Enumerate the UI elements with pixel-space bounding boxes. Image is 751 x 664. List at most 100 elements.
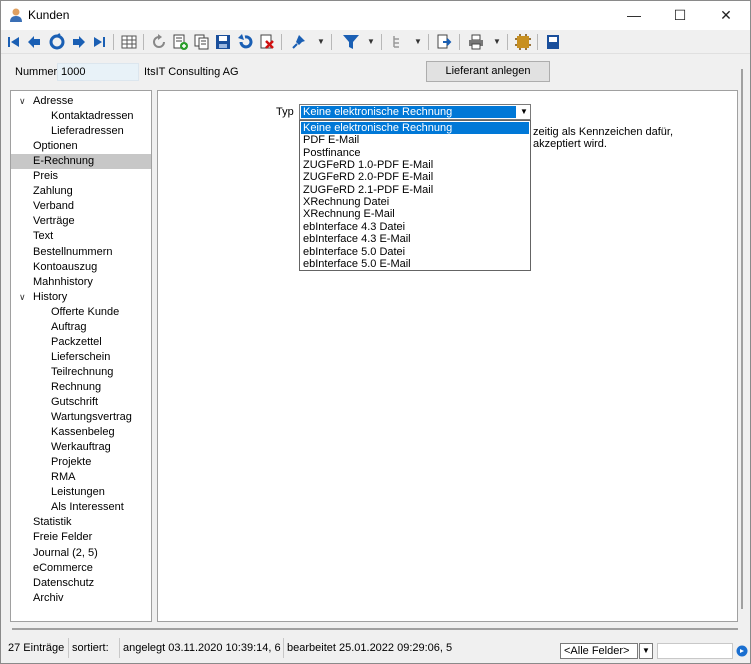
tree-item-label: Gutschrift: [51, 396, 99, 408]
tree-item[interactable]: Teilrechnung: [11, 365, 151, 380]
tree-item-label: Freie Felder: [33, 531, 93, 544]
prev-icon[interactable]: [26, 33, 44, 51]
maximize-button[interactable]: ☐: [657, 1, 703, 30]
customer-app-icon: [8, 7, 24, 23]
typ-option[interactable]: ebInterface 4.3 E-Mail: [301, 233, 529, 245]
typ-option[interactable]: XRechnung Datei: [301, 196, 529, 208]
copy-icon[interactable]: [193, 33, 211, 51]
vertical-scrollbar[interactable]: [738, 57, 750, 622]
tree-item[interactable]: Packzettel: [11, 335, 151, 350]
grid-icon[interactable]: [120, 33, 138, 51]
tree-item[interactable]: Lieferschein: [11, 350, 151, 365]
save-icon[interactable]: [214, 33, 232, 51]
scrollbar-thumb[interactable]: [12, 628, 738, 630]
tree-item[interactable]: Kassenbeleg: [11, 425, 151, 440]
next-icon[interactable]: [69, 33, 87, 51]
close-button[interactable]: ✕: [703, 1, 749, 30]
tree-item[interactable]: Journal (2, 5): [11, 546, 151, 561]
hint-line: zeitig als Kennzeichen dafür,: [533, 126, 674, 138]
typ-select[interactable]: Keine elektronische Rechnung ▼: [299, 104, 531, 120]
tree-item[interactable]: Verband: [11, 199, 151, 214]
tree-item[interactable]: Werkauftrag: [11, 440, 151, 455]
minimize-button[interactable]: —: [611, 1, 657, 30]
typ-option[interactable]: Postfinance: [301, 147, 529, 159]
tree-item-label: Archiv: [33, 591, 64, 604]
tree-item[interactable]: Optionen: [11, 139, 151, 154]
tree-item[interactable]: Projekte: [11, 455, 151, 470]
tree-icon[interactable]: [390, 33, 408, 51]
tree-item-label: Bestellnummern: [33, 245, 113, 258]
tree-item[interactable]: Archiv: [11, 591, 151, 606]
tree-item[interactable]: Mahnhistory: [11, 275, 151, 290]
typ-option[interactable]: Keine elektronische Rechnung: [301, 122, 529, 134]
edited-info: bearbeitet 25.01.2022 09:29:06, 5: [283, 638, 452, 658]
horizontal-scrollbar[interactable]: [10, 625, 738, 633]
chevron-down-icon[interactable]: ▼: [518, 105, 530, 119]
print-dropdown-icon[interactable]: ▼: [493, 33, 501, 51]
chevron-down-icon[interactable]: ∨: [19, 94, 29, 109]
plugin-icon[interactable]: [514, 33, 532, 51]
tree-item[interactable]: Text: [11, 229, 151, 244]
typ-option[interactable]: ZUGFeRD 2.1-PDF E-Mail: [301, 184, 529, 196]
typ-option[interactable]: ZUGFeRD 2.0-PDF E-Mail: [301, 171, 529, 183]
last-icon[interactable]: [90, 33, 108, 51]
new-icon[interactable]: [171, 33, 189, 51]
hint-line: akzeptiert wird.: [533, 138, 607, 150]
typ-option[interactable]: ebInterface 5.0 Datei: [301, 246, 529, 258]
chevron-down-icon[interactable]: ▼: [639, 643, 653, 659]
refresh-icon[interactable]: [150, 33, 168, 51]
tree-item[interactable]: Rechnung: [11, 380, 151, 395]
tree-item[interactable]: Zahlung: [11, 184, 151, 199]
search-go-icon[interactable]: [735, 643, 749, 659]
tree-item-label: Optionen: [33, 140, 78, 153]
filter-dropdown-icon[interactable]: ▼: [367, 33, 375, 51]
pin-dropdown-icon[interactable]: ▼: [317, 33, 325, 51]
toolbar-separator: [428, 34, 429, 50]
delete-icon[interactable]: [258, 33, 276, 51]
tree-item[interactable]: Auftrag: [11, 320, 151, 335]
form-icon[interactable]: [544, 33, 562, 51]
tree-item[interactable]: Als Interessent: [11, 500, 151, 515]
tree-item[interactable]: Lieferadressen: [11, 124, 151, 139]
number-input[interactable]: 1000: [57, 63, 139, 81]
search-icon[interactable]: [48, 33, 66, 51]
tree-item[interactable]: Bestellnummern: [11, 245, 151, 260]
tree-item-label: Rechnung: [51, 380, 102, 393]
tree-item-label: Projekte: [51, 456, 92, 469]
tree-item[interactable]: Gutschrift: [11, 395, 151, 410]
tree-item[interactable]: RMA: [11, 470, 151, 485]
print-icon[interactable]: [467, 33, 485, 51]
tree-item[interactable]: ∨ History: [11, 290, 151, 305]
typ-option[interactable]: PDF E-Mail: [301, 134, 529, 146]
typ-option[interactable]: ZUGFeRD 1.0-PDF E-Mail: [301, 159, 529, 171]
typ-option[interactable]: ebInterface 5.0 E-Mail: [301, 258, 529, 270]
first-icon[interactable]: [5, 33, 23, 51]
tree-item[interactable]: Leistungen: [11, 485, 151, 500]
chevron-down-icon[interactable]: ∨: [19, 290, 29, 305]
tree-dropdown-icon[interactable]: ▼: [414, 33, 422, 51]
tree-item[interactable]: ∨ Adresse: [11, 94, 151, 109]
pin-icon[interactable]: [290, 33, 308, 51]
tree-item[interactable]: Verträge: [11, 214, 151, 229]
tree-item[interactable]: Wartungsvertrag: [11, 410, 151, 425]
typ-option[interactable]: ebInterface 4.3 Datei: [301, 221, 529, 233]
tree-item[interactable]: E-Rechnung: [11, 154, 151, 170]
tree-item[interactable]: Statistik: [11, 515, 151, 530]
undo-icon[interactable]: [236, 33, 254, 51]
create-supplier-button[interactable]: Lieferant anlegen: [426, 61, 550, 82]
typ-select-value: Keine elektronische Rechnung: [301, 106, 516, 118]
filter-icon[interactable]: [342, 33, 360, 51]
field-select[interactable]: <Alle Felder>: [560, 643, 638, 659]
scrollbar-thumb[interactable]: [741, 69, 743, 609]
search-input[interactable]: [657, 643, 733, 659]
tree-item[interactable]: Kontaktadressen: [11, 109, 151, 124]
tree-item[interactable]: Freie Felder: [11, 530, 151, 545]
tree-item[interactable]: eCommerce: [11, 561, 151, 576]
tree-item-label: Packzettel: [51, 335, 102, 348]
document-icon[interactable]: [435, 33, 453, 51]
tree-item[interactable]: Datenschutz: [11, 576, 151, 591]
tree-item[interactable]: Offerte Kunde: [11, 305, 151, 320]
tree-item[interactable]: Preis: [11, 169, 151, 184]
typ-option[interactable]: XRechnung E-Mail: [301, 208, 529, 220]
tree-item[interactable]: Kontoauszug: [11, 260, 151, 275]
